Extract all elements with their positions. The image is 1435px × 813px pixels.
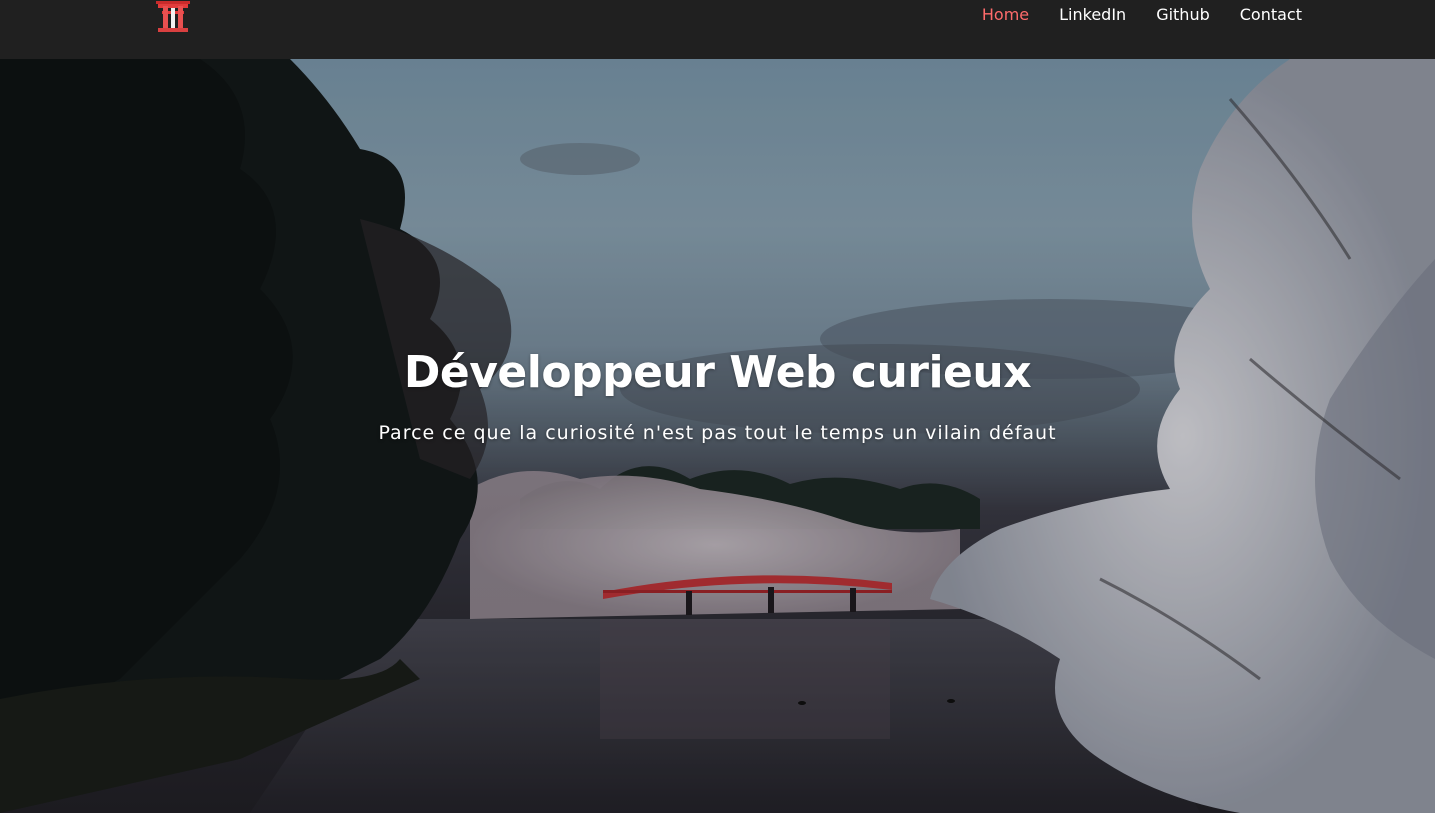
navbar: Home LinkedIn Github Contact xyxy=(0,0,1435,59)
torii-logo-icon[interactable] xyxy=(154,0,192,33)
nav-link-contact[interactable]: Contact xyxy=(1225,5,1302,25)
hero-subtitle: Parce ce que la curiosité n'est pas tout… xyxy=(378,422,1057,444)
hero-content: Développeur Web curieux Parce ce que la … xyxy=(0,343,1435,445)
nav-links: Home LinkedIn Github Contact xyxy=(967,5,1302,25)
nav-link-linkedin[interactable]: LinkedIn xyxy=(1044,5,1141,25)
page: Home LinkedIn Github Contact Développeur… xyxy=(0,0,1435,813)
nav-link-home[interactable]: Home xyxy=(967,5,1044,25)
nav-link-github[interactable]: Github xyxy=(1141,5,1225,25)
hero-section: Développeur Web curieux Parce ce que la … xyxy=(0,59,1435,813)
hero-title: Développeur Web curieux xyxy=(403,347,1032,398)
